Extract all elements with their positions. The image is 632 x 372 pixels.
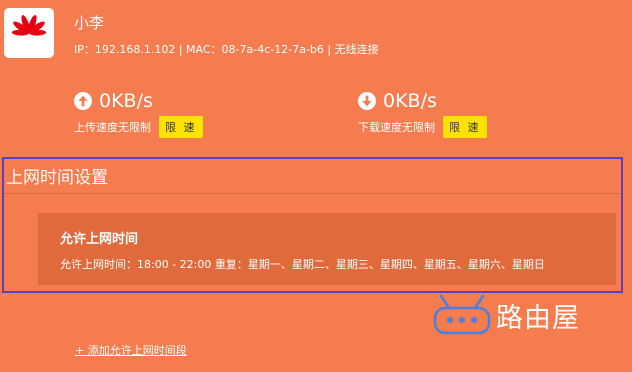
upload-limit-button[interactable]: 限 速 — [159, 116, 203, 138]
watermark: 路由屋 — [432, 294, 580, 336]
avatar — [4, 8, 54, 58]
section-divider — [4, 193, 621, 194]
device-info: IP：192.168.1.102 | MAC：08-7a-4c-12-7a-b6… — [74, 43, 379, 56]
download-speed-value: 0KB/s — [383, 90, 437, 112]
rule-detail: 允许上网时间：18:00 - 22:00 重复：星期一、星期二、星期三、星期四、… — [60, 258, 545, 271]
upload-speed-label: 上传速度无限制 — [74, 121, 151, 134]
rule-title: 允许上网时间 — [60, 232, 139, 247]
router-icon — [433, 294, 491, 335]
device-name: 小李 — [74, 14, 105, 32]
upload-speed: 0KB/s 上传速度无限制 限 速 — [74, 90, 203, 138]
download-speed: 0KB/s 下载速度无限制 限 速 — [358, 90, 487, 138]
section-title: 上网时间设置 — [6, 168, 108, 188]
huawei-logo-icon — [11, 15, 47, 36]
watermark-text: 路由屋 — [496, 302, 580, 334]
download-speed-label: 下载速度无限制 — [358, 121, 435, 134]
time-rule-card[interactable]: 允许上网时间 允许上网时间：18:00 - 22:00 重复：星期一、星期二、星… — [38, 213, 616, 285]
download-limit-button[interactable]: 限 速 — [443, 116, 487, 138]
download-arrow-icon — [358, 92, 376, 110]
upload-speed-value: 0KB/s — [99, 90, 153, 112]
upload-arrow-icon — [74, 92, 92, 110]
add-time-slot-link[interactable]: + 添加允许上网时间段 — [75, 342, 187, 358]
